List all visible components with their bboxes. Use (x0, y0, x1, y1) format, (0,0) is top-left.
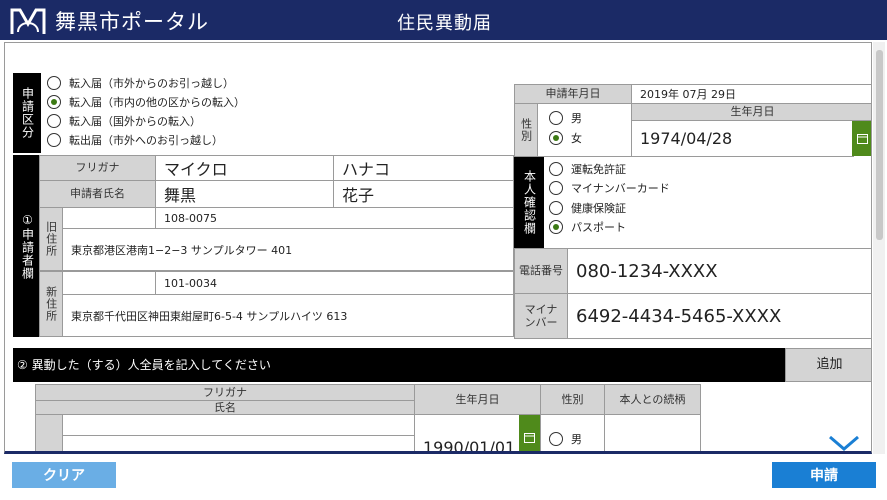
applicant-section-label: ①申請者欄 (13, 155, 41, 337)
mover-birth-field[interactable]: 1990/01/01 (414, 414, 520, 451)
calendar-icon (857, 134, 868, 144)
gender-male[interactable]: 男 (549, 110, 582, 126)
applicant-furigana-label: フリガナ (39, 155, 156, 181)
old-address-field[interactable]: 東京都港区港南1−2−3 サンプルタワー 401 (62, 228, 514, 271)
application-date-label: 申請年月日 (514, 84, 632, 104)
radio-icon (549, 111, 563, 125)
chevron-down-icon[interactable] (827, 433, 861, 453)
radio-icon (47, 114, 61, 128)
mynumber-field[interactable]: 6492-4434-5465-XXXX (567, 293, 871, 339)
identity-drivers-license[interactable]: 運転免許証 (549, 161, 626, 177)
mynumber-label: マイナンバー (514, 293, 568, 339)
mover-row-handle[interactable] (35, 414, 63, 451)
applicant-name-label: 申請者氏名 (39, 180, 156, 208)
movers-birth-header: 生年月日 (414, 384, 541, 415)
applicant-furigana-first-field[interactable]: ハナコ (333, 155, 514, 181)
new-postal-field[interactable]: 101-0034 (155, 271, 514, 295)
identity-label: 本人確認欄 (514, 157, 544, 248)
movers-section-header: ② 異動した（する）人全員を記入してください (13, 348, 785, 382)
movers-relation-header: 本人との続柄 (604, 384, 701, 415)
mover-birth-calendar-button[interactable] (519, 415, 540, 451)
applicant-last-name-field[interactable]: 舞黒 (155, 180, 334, 208)
new-address-field[interactable]: 東京都千代田区神田東紺屋町6-5-4 サンプルハイツ 613 (62, 294, 514, 337)
old-postal-spacer (62, 207, 156, 229)
identity-passport[interactable]: パスポート (549, 219, 626, 235)
phone-field[interactable]: 080-1234-XXXX (567, 248, 871, 294)
radio-selected-icon (47, 95, 61, 109)
birth-date-field[interactable]: 1974/04/28 (631, 120, 854, 157)
birth-date-calendar-button[interactable] (852, 121, 871, 156)
new-address-label: 新住所 (39, 271, 63, 337)
scrollbar-thumb[interactable] (876, 50, 883, 240)
radio-icon (549, 201, 563, 215)
new-postal-spacer (62, 271, 156, 295)
movers-gender-header: 性別 (540, 384, 605, 415)
clear-button[interactable]: クリア (12, 462, 116, 488)
application-type-label: 申請区分 (13, 73, 41, 153)
radio-icon (549, 162, 563, 176)
mover-relation-field[interactable] (604, 414, 701, 451)
movers-name-header: フリガナ 氏名 (35, 384, 415, 415)
identity-health-insurance[interactable]: 健康保険証 (549, 200, 626, 216)
page-title: 住民異動届 (397, 13, 492, 34)
old-address-label: 旧住所 (39, 207, 63, 271)
gender-female[interactable]: 女 (549, 130, 582, 146)
application-type-option-2[interactable]: 転入届（市内の他の区からの転入） (47, 94, 245, 110)
mover-furigana-field[interactable] (62, 414, 415, 436)
calendar-icon (524, 432, 535, 443)
application-date-field[interactable]: 2019年 07月 29日 (631, 84, 871, 104)
radio-icon (47, 76, 61, 90)
applicant-furigana-last-field[interactable]: マイクロ (155, 155, 334, 181)
mover-gender-male[interactable]: 男 (549, 431, 582, 447)
add-mover-button[interactable]: 追加 (785, 348, 871, 382)
app-name: 舞黒市ポータル (55, 10, 209, 34)
application-type-option-4[interactable]: 転出届（市外へのお引っ越し） (47, 132, 223, 148)
application-type-option-1[interactable]: 転入届（市外からのお引っ越し） (47, 75, 234, 91)
gender-label: 性別 (514, 103, 538, 157)
phone-label: 電話番号 (514, 248, 568, 294)
app-header: 舞黒市ポータル 住民異動届 (0, 0, 887, 40)
radio-selected-icon (549, 220, 563, 234)
radio-icon (47, 133, 61, 147)
old-postal-field[interactable]: 108-0075 (155, 207, 514, 229)
mover-name-field[interactable] (62, 435, 415, 451)
applicant-first-name-field[interactable]: 花子 (333, 180, 514, 208)
radio-icon (549, 432, 563, 446)
form-panel: 申請区分 転入届（市外からのお引っ越し） 転入届（市内の他の区からの転入） 転入… (4, 42, 872, 454)
identity-mynumber-card[interactable]: マイナンバーカード (549, 180, 670, 196)
radio-selected-icon (549, 131, 563, 145)
radio-icon (549, 181, 563, 195)
application-type-option-3[interactable]: 転入届（国外からの転入） (47, 113, 201, 129)
submit-button[interactable]: 申請 (772, 462, 876, 488)
logo-icon (10, 8, 46, 34)
birth-date-label: 生年月日 (631, 103, 871, 121)
